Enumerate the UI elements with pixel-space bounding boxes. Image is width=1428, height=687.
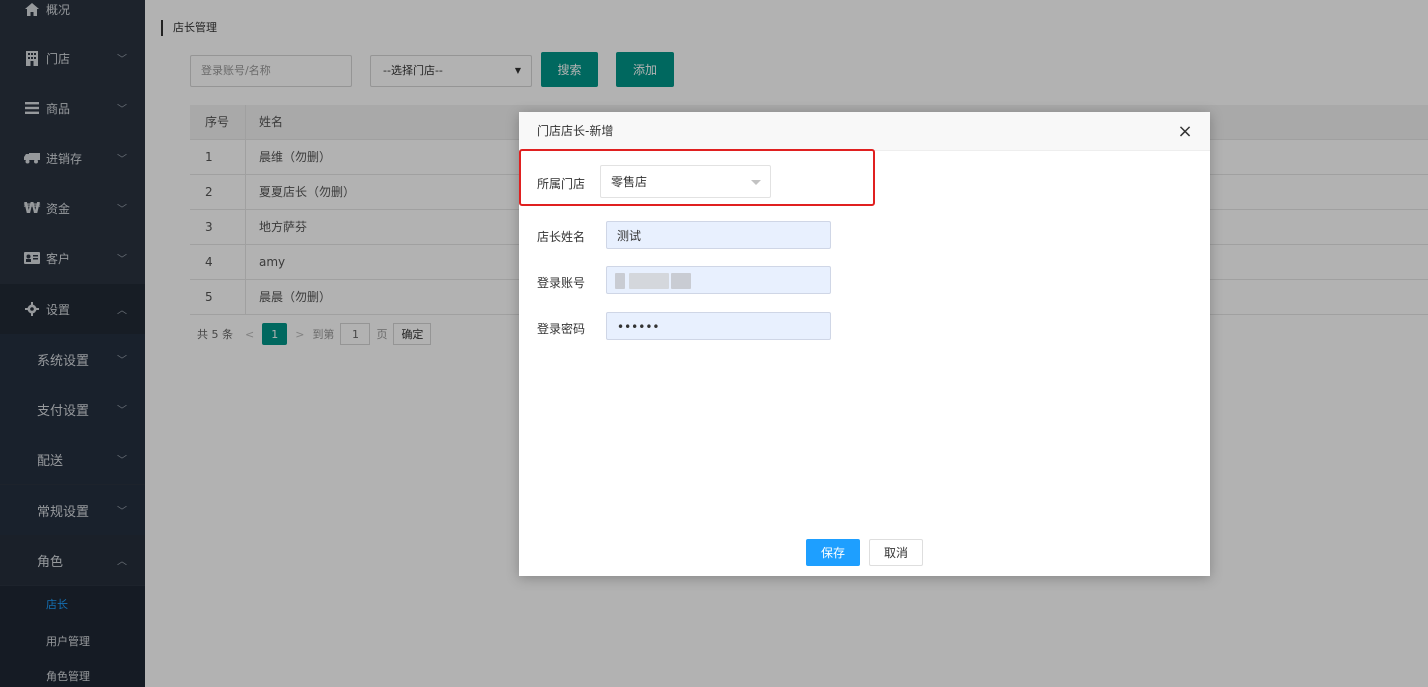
login-account-input[interactable] [606,266,831,294]
save-button[interactable]: 保存 [806,539,860,566]
cancel-button[interactable]: 取消 [869,539,923,566]
dialog-header: 门店店长-新增 × [519,112,1210,151]
login-password-input[interactable]: •••••• [606,312,831,340]
close-icon[interactable]: × [1174,120,1196,142]
manager-name-label: 店长姓名 [537,230,586,244]
redacted-block [671,273,691,289]
dialog-title: 门店店长-新增 [537,124,614,138]
redacted-block [615,273,625,289]
highlight-box [519,149,875,206]
login-password-label: 登录密码 [537,322,586,336]
redacted-block [629,273,669,289]
login-account-label: 登录账号 [537,276,586,290]
manager-name-input[interactable]: 测试 [606,221,831,249]
